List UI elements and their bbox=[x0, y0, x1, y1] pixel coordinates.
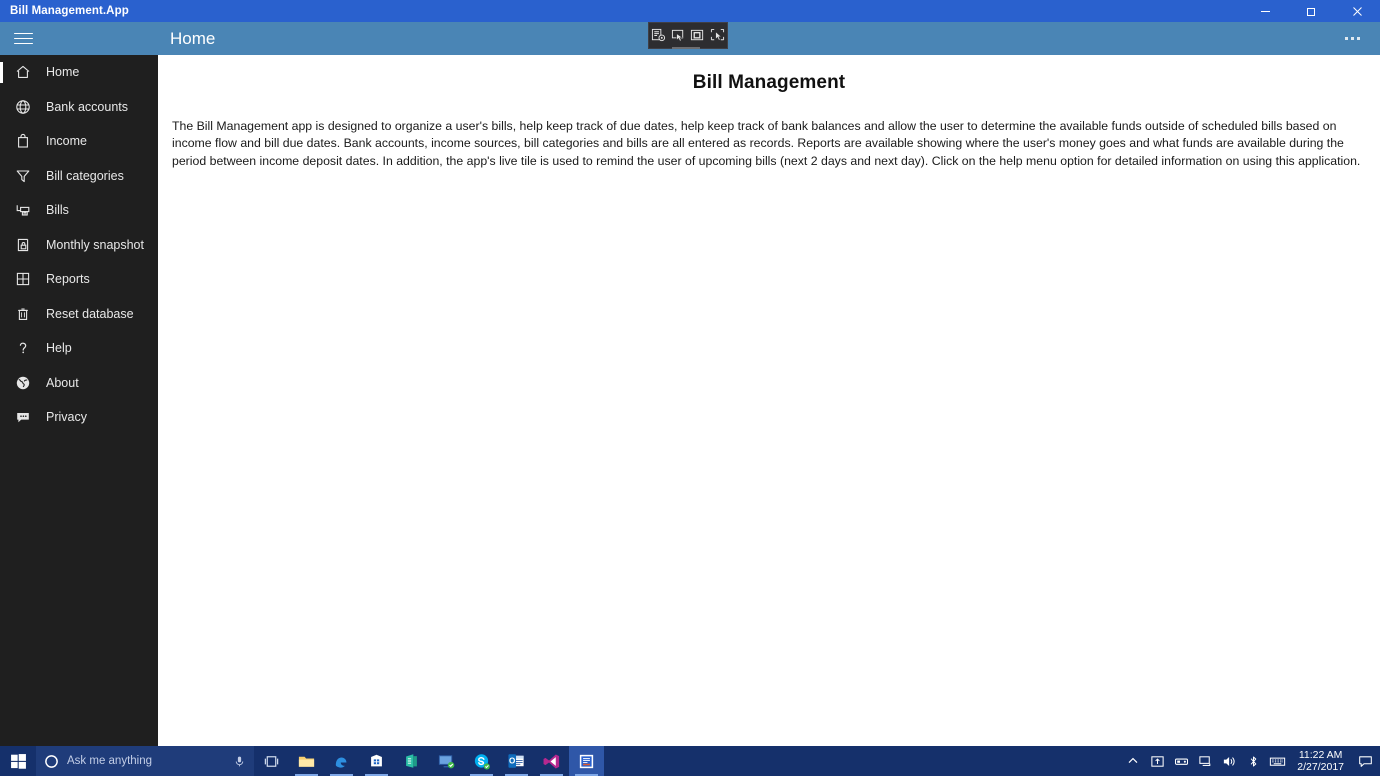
desktop: Bill Management.App Home Home Bank accou… bbox=[0, 0, 1380, 776]
navigation-sidebar: Home Bank accounts Income Bill categorie… bbox=[0, 55, 158, 746]
bag-icon bbox=[0, 124, 46, 159]
more-options-button[interactable] bbox=[1332, 22, 1372, 55]
bill-management-icon[interactable] bbox=[569, 746, 604, 776]
sidebar-item-label: Monthly snapshot bbox=[46, 237, 144, 252]
selection-indicator bbox=[0, 62, 3, 83]
funnel-icon bbox=[0, 159, 46, 194]
globe-icon bbox=[0, 90, 46, 125]
track-focused-element-icon[interactable] bbox=[709, 27, 726, 44]
select-element-icon[interactable] bbox=[670, 27, 687, 44]
question-icon bbox=[0, 331, 46, 366]
clock-date: 2/27/2017 bbox=[1297, 761, 1344, 773]
outlook-icon[interactable]: O bbox=[499, 746, 534, 776]
sidebar-item-help[interactable]: Help bbox=[0, 331, 158, 366]
sidebar-item-label: Privacy bbox=[46, 410, 87, 425]
go-to-live-visual-tree-icon[interactable] bbox=[650, 27, 667, 44]
device-icon[interactable] bbox=[1169, 746, 1193, 776]
sidebar-item-label: Bank accounts bbox=[46, 99, 128, 114]
hamburger-menu-button[interactable] bbox=[0, 22, 46, 55]
restore-button[interactable] bbox=[1288, 0, 1334, 22]
skype-icon[interactable] bbox=[464, 746, 499, 776]
sidebar-item-about[interactable]: About bbox=[0, 366, 158, 401]
sidebar-item-home[interactable]: Home bbox=[0, 55, 158, 90]
page-title: Home bbox=[170, 28, 216, 48]
sidebar-item-label: About bbox=[46, 375, 79, 390]
windows-logo-icon bbox=[10, 753, 26, 769]
sidebar-item-privacy[interactable]: Privacy bbox=[0, 400, 158, 435]
sidebar-item-bank-accounts[interactable]: Bank accounts bbox=[0, 90, 158, 125]
main-content: Bill Management The Bill Management app … bbox=[158, 55, 1380, 746]
search-input[interactable]: Ask me anything bbox=[36, 746, 254, 776]
sidebar-item-reset-database[interactable]: Reset database bbox=[0, 297, 158, 332]
visual-studio-icon[interactable] bbox=[534, 746, 569, 776]
visual-studio-debug-toolbar[interactable] bbox=[648, 22, 728, 49]
sidebar-item-label: Home bbox=[46, 65, 80, 80]
grid-icon bbox=[0, 262, 46, 297]
window-controls bbox=[1242, 0, 1380, 22]
display-layout-adorners-icon[interactable] bbox=[689, 27, 706, 44]
trash-icon bbox=[0, 297, 46, 332]
sidebar-item-label: Reset database bbox=[46, 306, 134, 321]
start-button[interactable] bbox=[0, 746, 36, 776]
page-lock-icon bbox=[0, 228, 46, 263]
store-icon[interactable] bbox=[359, 746, 394, 776]
sidebar-item-label: Help bbox=[46, 341, 72, 356]
bluetooth-icon[interactable] bbox=[1241, 746, 1265, 776]
microphone-icon bbox=[235, 756, 244, 766]
svg-text:O: O bbox=[509, 757, 515, 766]
action-center-icon[interactable] bbox=[1352, 746, 1378, 776]
cortana-circle-icon bbox=[45, 754, 58, 768]
clock[interactable]: 11:22 AM 2/27/2017 bbox=[1289, 746, 1352, 776]
close-button[interactable] bbox=[1334, 0, 1380, 22]
sidebar-item-income[interactable]: Income bbox=[0, 124, 158, 159]
clock-time: 11:22 AM bbox=[1298, 749, 1343, 761]
remote-desktop-icon[interactable] bbox=[429, 746, 464, 776]
comment-icon bbox=[0, 400, 46, 435]
sidebar-item-bill-categories[interactable]: Bill categories bbox=[0, 159, 158, 194]
sidebar-item-monthly-snapshot[interactable]: Monthly snapshot bbox=[0, 228, 158, 263]
search-placeholder: Ask me anything bbox=[67, 755, 153, 767]
show-hidden-icons-icon[interactable] bbox=[1121, 746, 1145, 776]
content-description: The Bill Management app is designed to o… bbox=[172, 119, 1361, 168]
taskbar-apps: O bbox=[254, 746, 604, 776]
edge-icon[interactable] bbox=[324, 746, 359, 776]
window-title-bar: Bill Management.App bbox=[0, 0, 1380, 22]
sidebar-item-label: Reports bbox=[46, 272, 90, 287]
sidebar-item-label: Bills bbox=[46, 203, 69, 218]
office-icon[interactable] bbox=[394, 746, 429, 776]
task-view-icon[interactable] bbox=[254, 746, 289, 776]
sidebar-item-label: Income bbox=[46, 134, 87, 149]
printer-icon bbox=[0, 193, 46, 228]
volume-icon[interactable] bbox=[1217, 746, 1241, 776]
home-icon bbox=[0, 55, 46, 90]
file-explorer-icon[interactable] bbox=[289, 746, 324, 776]
globe-filled-icon bbox=[0, 366, 46, 401]
sidebar-item-bills[interactable]: Bills bbox=[0, 193, 158, 228]
window-title: Bill Management.App bbox=[10, 5, 129, 17]
minimize-button[interactable] bbox=[1242, 0, 1288, 22]
content-heading: Bill Management bbox=[692, 72, 846, 93]
upload-icon[interactable] bbox=[1145, 746, 1169, 776]
sidebar-item-label: Bill categories bbox=[46, 168, 124, 183]
toolbar-drag-handle[interactable] bbox=[672, 47, 700, 49]
system-tray: 11:22 AM 2/27/2017 bbox=[1121, 746, 1380, 776]
network-icon[interactable] bbox=[1193, 746, 1217, 776]
touch-keyboard-icon[interactable] bbox=[1265, 746, 1289, 776]
hamburger-icon bbox=[13, 29, 33, 47]
windows-taskbar: Ask me anything O 11:22 AM 2/27/2017 bbox=[0, 746, 1380, 776]
sidebar-item-reports[interactable]: Reports bbox=[0, 262, 158, 297]
